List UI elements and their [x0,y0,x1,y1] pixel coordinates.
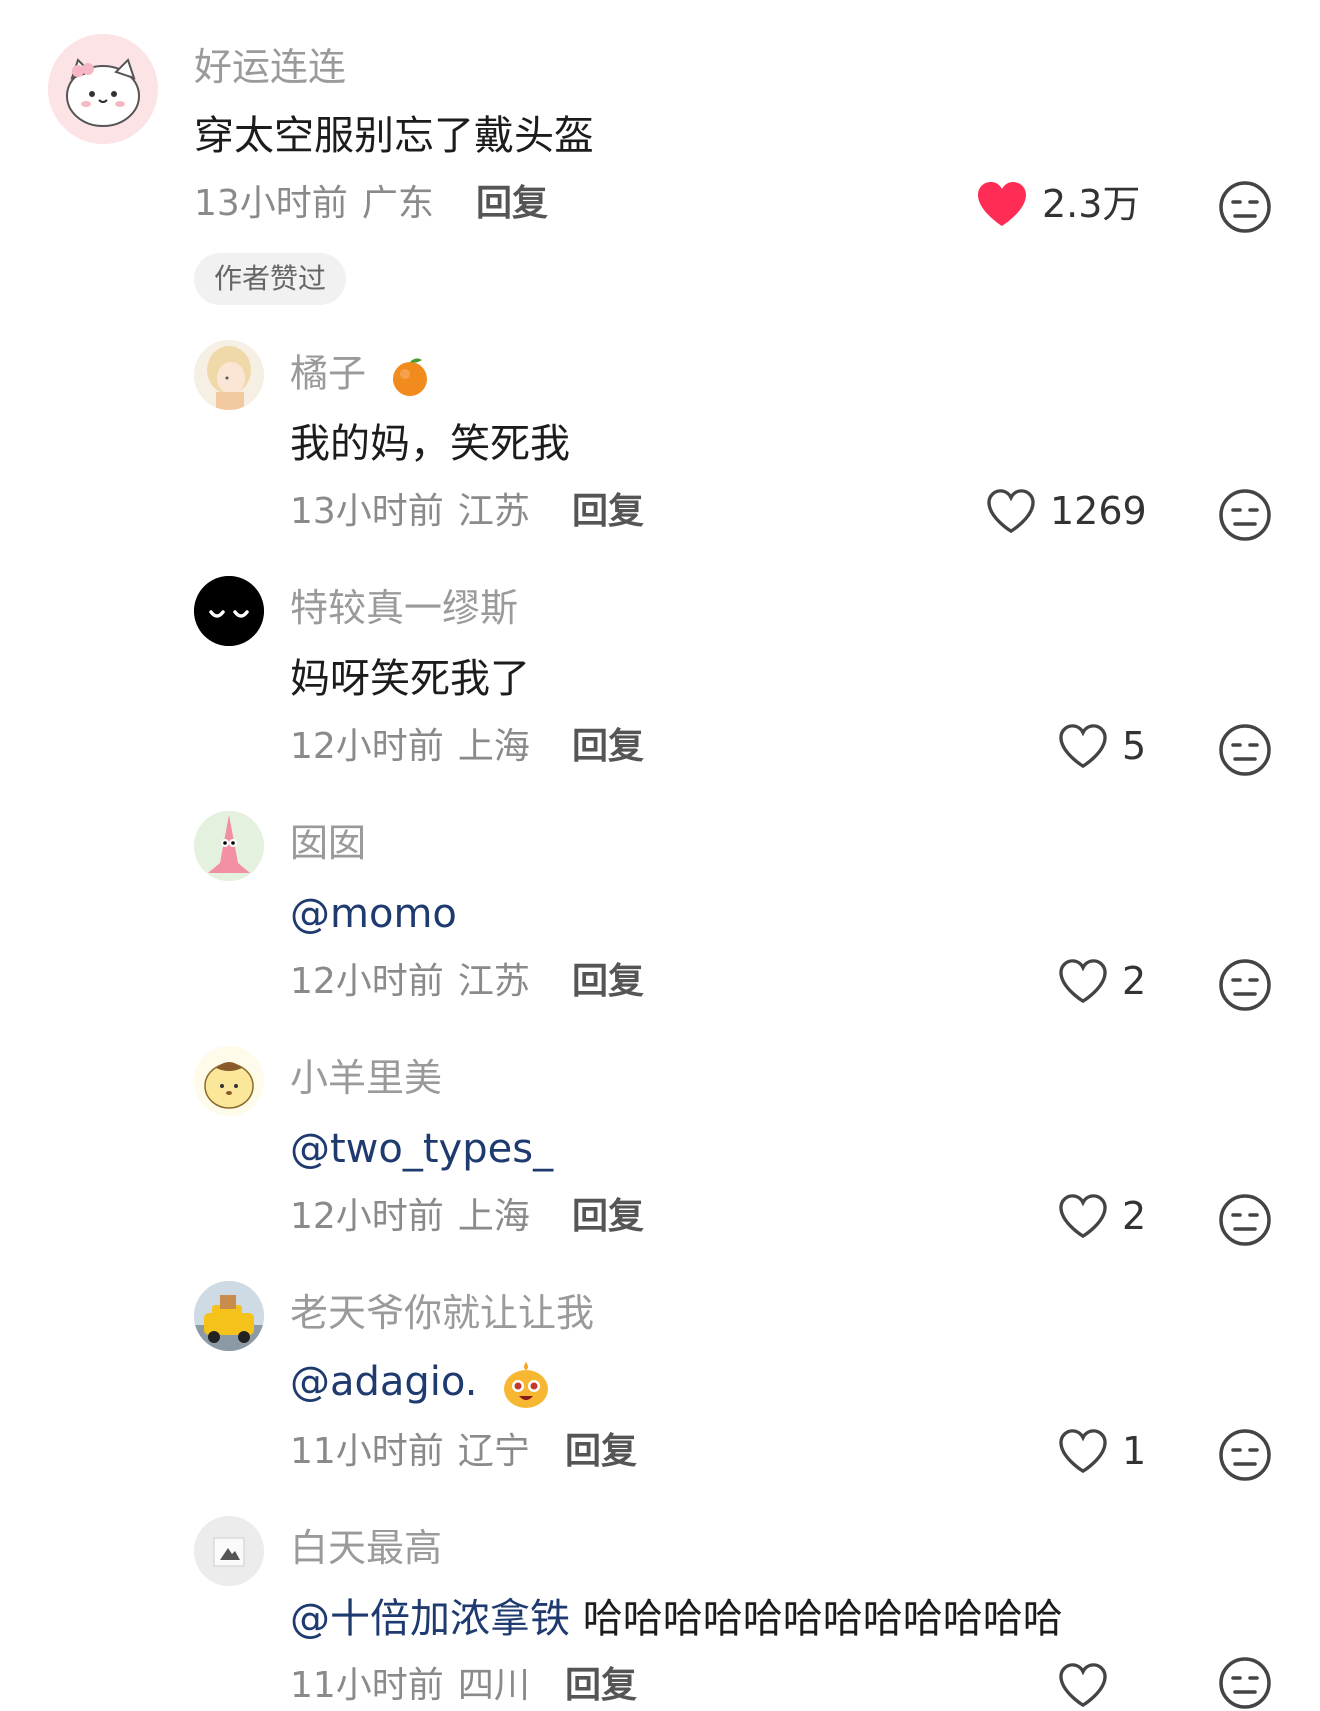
anime-girl-icon [194,340,264,410]
reply-avatar[interactable] [194,340,264,410]
mountain-photo-icon [194,1516,264,1586]
comment-location: 辽宁 [457,1431,530,1472]
reply-meta: 11小时前 辽宁 [290,1434,530,1470]
like-count: 1 [1122,1429,1147,1473]
reply-button[interactable]: 回复 [572,1199,644,1235]
comment-location: 上海 [457,726,530,767]
tangerine-emoji-icon [393,358,428,396]
dislike-face-icon[interactable] [1218,723,1272,777]
cute-face-emoji-icon [504,1362,549,1408]
reply-username[interactable]: 白天最高 [290,1529,442,1567]
dislike-face-icon[interactable] [1218,1193,1272,1247]
reply-meta: 12小时前 江苏 [290,964,530,1000]
reply-avatar[interactable] [194,1281,264,1351]
like-button[interactable]: 5 [1058,723,1146,769]
dislike-face-icon[interactable] [1218,1428,1272,1482]
yellow-toy-car-icon [194,1281,264,1351]
reply-username[interactable]: 橘子 [290,354,432,398]
comment-location: 四川 [457,1665,530,1706]
comment-time: 12小时前 [290,1196,444,1237]
heart-outline-icon [1059,1194,1107,1239]
dislike-face-icon[interactable] [1218,180,1272,234]
reply-username[interactable]: 囡囡 [290,824,366,862]
main-comment-avatar[interactable] [48,34,158,144]
main-comment-meta: 13小时前 广东 [194,186,434,222]
like-button[interactable]: 2.3万 [976,180,1140,228]
reply-meta: 12小时前 上海 [290,729,530,765]
reply-content: @十倍加浓拿铁 哈哈哈哈哈哈哈哈哈哈哈哈 [290,1599,1063,1639]
reply-username[interactable]: 小羊里美 [290,1059,442,1097]
patrick-star-icon [194,811,264,881]
reply-username[interactable]: 老天爷你就让让我 [290,1294,594,1332]
reply-meta: 12小时前 上海 [290,1199,530,1235]
main-comment-username[interactable]: 好运连连 [194,48,346,86]
reply-button[interactable]: 回复 [565,1668,637,1704]
heart-outline-icon [1059,1429,1107,1474]
main-comment-text: 穿太空服别忘了戴头盔 [194,113,594,159]
like-count: 2 [1122,959,1147,1003]
mention-link[interactable]: @十倍加浓拿铁 [290,1596,570,1642]
like-button[interactable]: 2 [1058,958,1146,1004]
reply-avatar[interactable] [194,811,264,881]
comment-time: 13小时前 [290,491,444,532]
like-count: 2 [1122,1194,1147,1238]
like-button[interactable] [1058,1662,1122,1708]
reply-button[interactable]: 回复 [565,1434,637,1470]
author-liked-badge: 作者赞过 [194,253,347,305]
comment-time: 11小时前 [290,1431,444,1472]
reply-meta: 11小时前 四川 [290,1668,530,1704]
like-count: 2.3万 [1042,182,1141,226]
dislike-face-icon[interactable] [1218,958,1272,1012]
dislike-face-icon[interactable] [1218,488,1272,542]
reply-text: 妈呀笑死我了 [290,656,530,702]
reply-username[interactable]: 特较真一缪斯 [290,589,518,627]
reply-text: 我的妈，笑死我 [290,421,570,467]
like-count: 5 [1122,724,1147,768]
comment-time: 13小时前 [194,183,348,224]
reply-button[interactable]: 回复 [476,186,548,222]
heart-filled-icon [978,182,1026,226]
reply-meta: 13小时前 江苏 [290,494,530,530]
reply-button[interactable]: 回复 [572,729,644,765]
like-button[interactable]: 1 [1058,1428,1146,1474]
comment-time: 12小时前 [290,961,444,1002]
comment-location: 广东 [361,183,434,224]
comment-location: 上海 [457,1196,530,1237]
comment-location: 江苏 [457,961,530,1002]
heart-outline-icon [987,489,1035,534]
reply-avatar[interactable] [194,576,264,646]
comment-time: 11小时前 [290,1665,444,1706]
reply-button[interactable]: 回复 [572,494,644,530]
mention-link[interactable]: @momo [290,894,457,934]
dislike-face-icon[interactable] [1218,1656,1272,1710]
reply-username-text: 橘子 [290,351,367,396]
reply-avatar[interactable] [194,1046,264,1116]
white-cat-with-bow-icon [48,34,158,144]
pompompurin-icon [194,1046,264,1116]
reply-content: @adagio. [290,1358,552,1410]
like-button[interactable]: 1269 [986,488,1147,534]
reply-button[interactable]: 回复 [572,964,644,1000]
reply-text: 哈哈哈哈哈哈哈哈哈哈哈哈 [582,1596,1063,1642]
black-sleepy-face-icon [194,576,264,646]
comment-time: 12小时前 [290,726,444,767]
like-button[interactable]: 2 [1058,1193,1146,1239]
heart-outline-icon [1059,959,1107,1004]
comment-location: 江苏 [457,491,530,532]
heart-outline-icon [1059,724,1107,769]
mention-link[interactable]: @two_types_ [290,1129,553,1169]
like-count: 1269 [1050,489,1147,533]
mention-link[interactable]: @adagio. [290,1359,477,1405]
reply-avatar[interactable] [194,1516,264,1586]
heart-outline-icon [1059,1663,1107,1708]
